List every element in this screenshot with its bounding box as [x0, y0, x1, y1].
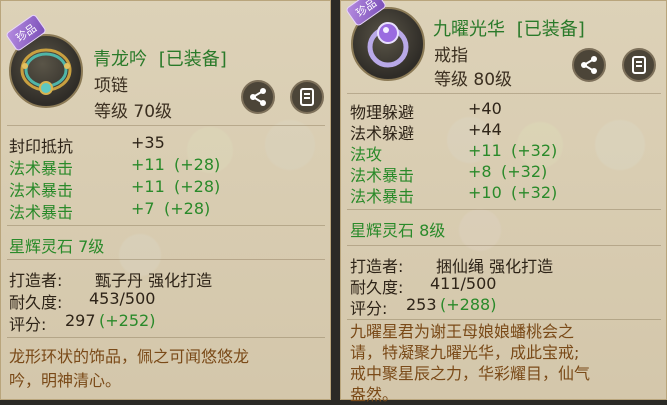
forge-value: 甄子丹 强化打造 — [95, 271, 213, 290]
detail-button[interactable] — [290, 80, 324, 114]
detail-icon — [632, 56, 646, 74]
stat-label: 法术暴击 — [9, 159, 74, 178]
item-description: 龙形环状的饰品，佩之可闻悠悠龙 吟，明神清心。 — [9, 345, 249, 393]
description-line: 戒中聚星辰之力，华彩耀目，仙气 — [350, 364, 591, 383]
stat-value: +8 — [468, 162, 492, 181]
score-bonus: (+288) — [440, 295, 497, 314]
detail-icon — [300, 88, 314, 106]
stat-row: 法术暴击 +11 (+28) — [9, 177, 220, 201]
description-line: 吟，明神清心。 — [9, 371, 122, 390]
score-bonus: (+252) — [99, 311, 156, 330]
description-line: 请，特凝聚九曜光华，成此宝戒; — [350, 343, 580, 362]
item-slot: 戒指 — [434, 46, 468, 66]
stat-row: 法术暴击 +10 (+32) — [350, 183, 557, 207]
stat-label: 法术暴击 — [350, 187, 415, 206]
item-tooltip-necklace: 珍品 青龙吟 [已装备] 项链 等级 70级 封印抵抗 +35 法术暴击 +11… — [0, 0, 331, 400]
stat-bonus: (+28) — [164, 199, 211, 218]
divider — [7, 337, 325, 338]
divider — [7, 225, 325, 226]
stat-bonus: (+32) — [511, 183, 558, 202]
durability-label: 耐久度: — [9, 293, 63, 312]
share-icon — [250, 88, 266, 106]
item-description: 九曜星君为谢王母娘娘蟠桃会之 请，特凝聚九曜光华，成此宝戒; 戒中聚星辰之力，华… — [350, 321, 590, 405]
durability-row: 耐久度: 453/500 — [9, 289, 155, 313]
stat-value: +35 — [131, 133, 165, 152]
gem-info: 星辉灵石 8级 — [350, 221, 446, 240]
forge-row: 打造者: 甄子丹 强化打造 — [9, 267, 212, 291]
stat-value: +11 — [131, 155, 165, 174]
divider — [347, 319, 661, 320]
divider — [7, 125, 325, 126]
forge-label: 打造者: — [9, 271, 63, 290]
stat-row: 法术暴击 +7 (+28) — [9, 199, 210, 223]
detail-button[interactable] — [622, 48, 656, 82]
equipped-status: [已装备] — [158, 49, 227, 70]
item-tooltip-ring: 珍品 九曜光华 [已装备] 戒指 等级 80级 物理躲避 +40 法术躲避 +4… — [340, 0, 667, 404]
durability-value: 453/500 — [89, 289, 156, 308]
share-button[interactable] — [241, 80, 275, 114]
divider — [347, 93, 661, 94]
score-row: 评分: 253 (+288) — [350, 295, 496, 319]
item-name: 九曜光华 — [433, 19, 505, 40]
item-level: 等级 70级 — [94, 102, 173, 122]
stat-value: +7 — [131, 199, 155, 218]
score-value: 253 — [406, 295, 437, 314]
item-name: 青龙吟 — [93, 49, 147, 70]
description-line: 龙形环状的饰品，佩之可闻悠悠龙 — [9, 347, 250, 366]
stat-value: +11 — [131, 177, 165, 196]
stat-row: 法术暴击 +11 (+28) — [9, 155, 220, 179]
stat-row: 封印抵抗 +35 — [9, 133, 165, 157]
stat-label: 法术暴击 — [9, 203, 74, 222]
stat-bonus: (+28) — [174, 155, 221, 174]
stat-bonus: (+32) — [511, 141, 558, 160]
divider — [7, 259, 325, 260]
stat-value: +11 — [468, 141, 502, 160]
score-value: 297 — [65, 311, 96, 330]
share-button[interactable] — [572, 48, 606, 82]
stat-label: 封印抵抗 — [9, 137, 74, 156]
item-level: 等级 80级 — [434, 70, 513, 90]
gem-info: 星辉灵石 7级 — [9, 237, 105, 256]
item-title: 青龙吟 [已装备] — [93, 45, 227, 71]
description-line: 九曜星君为谢王母娘娘蟠桃会之 — [350, 322, 575, 341]
item-title: 九曜光华 [已装备] — [433, 15, 585, 41]
stat-label: 法术暴击 — [9, 181, 74, 200]
divider — [347, 245, 661, 246]
description-line: 盎然。 — [350, 385, 399, 404]
stat-bonus: (+28) — [174, 177, 221, 196]
stat-value: +44 — [468, 120, 502, 139]
stat-value: +10 — [468, 183, 502, 202]
stat-bonus: (+32) — [501, 162, 548, 181]
score-label: 评分: — [9, 315, 47, 334]
share-icon — [581, 56, 597, 74]
divider — [347, 209, 661, 210]
score-row: 评分: 297 (+252) — [9, 311, 155, 335]
durability-value: 411/500 — [430, 274, 497, 293]
item-slot: 项链 — [94, 76, 128, 96]
score-label: 评分: — [350, 299, 388, 318]
equipped-status: [已装备] — [516, 19, 585, 40]
stat-value: +40 — [468, 99, 502, 118]
